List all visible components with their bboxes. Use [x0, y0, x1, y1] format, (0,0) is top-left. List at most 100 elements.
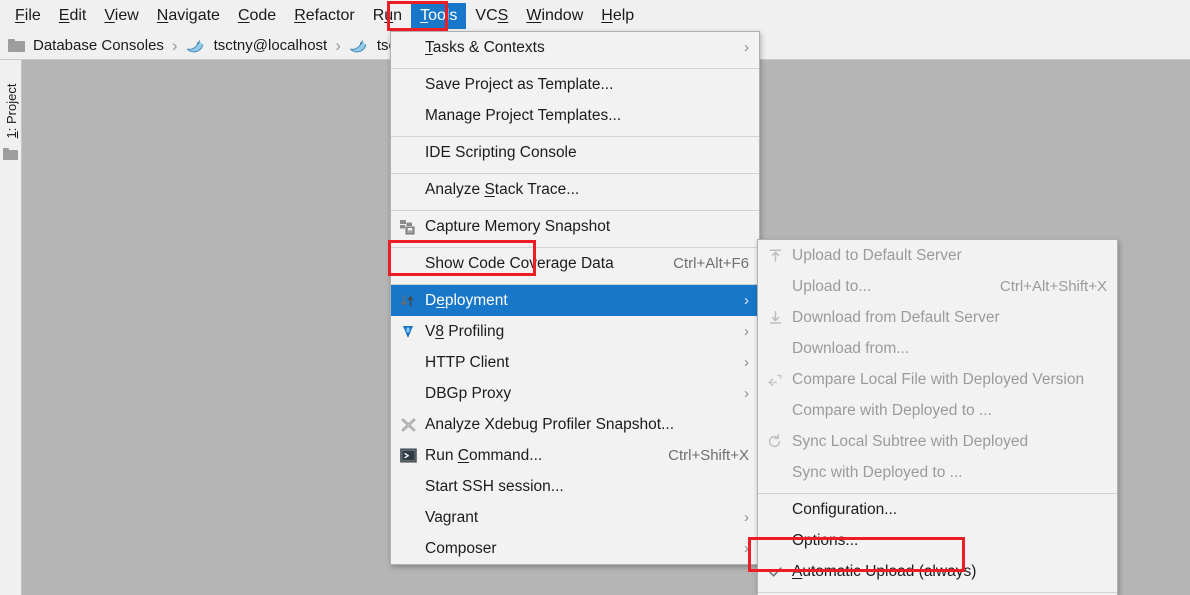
tools-menu-item-label: Composer [425, 540, 725, 558]
no-icon [397, 38, 419, 58]
menubar-item-run[interactable]: Run [364, 3, 411, 29]
check-icon [764, 562, 786, 582]
xdebug-icon [397, 415, 419, 435]
tools-menu-item-label: Save Project as Template... [425, 76, 749, 94]
terminal-icon [397, 446, 419, 466]
deployment-submenu-item-compare-with-deployed-to: Compare with Deployed to ... [758, 395, 1117, 426]
deployment-submenu-item-shortcut: Ctrl+Alt+Shift+X [1000, 278, 1107, 295]
breadcrumb-separator: › [335, 36, 341, 56]
tools-menu-item-deployment[interactable]: Deployment › [391, 285, 759, 316]
tools-menu-item-label: DBGp Proxy [425, 385, 725, 403]
menubar-item-view[interactable]: View [95, 3, 147, 29]
tools-menu-item-label: Start SSH session... [425, 478, 749, 496]
deployment-submenu-item-download-from: Download from... [758, 333, 1117, 364]
no-icon [397, 254, 419, 274]
no-icon [397, 384, 419, 404]
menubar-item-tools[interactable]: Tools [411, 3, 466, 29]
deployment-submenu-item-label: Download from... [792, 340, 1107, 358]
menubar-item-label: Refactor [294, 7, 354, 25]
no-icon [397, 143, 419, 163]
v8-icon: 8 [397, 322, 419, 342]
download-icon [764, 308, 786, 328]
deployment-submenu[interactable]: Upload to Default ServerUpload to...Ctrl… [757, 239, 1118, 595]
no-icon [397, 477, 419, 497]
no-icon [397, 75, 419, 95]
tools-menu-item-capture-memory-snapshot[interactable]: Capture Memory Snapshot [391, 211, 759, 242]
deployment-submenu-item-upload-to-default-server: Upload to Default Server [758, 240, 1117, 271]
menubar-item-help[interactable]: Help [592, 3, 643, 29]
deployment-icon [397, 291, 419, 311]
tools-menu-item-composer[interactable]: Composer › [391, 533, 759, 564]
menubar-item-refactor[interactable]: Refactor [285, 3, 363, 29]
tools-menu-item-start-ssh-session[interactable]: Start SSH session... [391, 471, 759, 502]
tools-menu-item-vagrant[interactable]: Vagrant› [391, 502, 759, 533]
no-icon [764, 500, 786, 520]
ide-window: File Edit View Navigate Code Refactor Run Tools… [0, 0, 1190, 595]
chevron-right-icon: › [739, 39, 749, 56]
deployment-submenu-item-compare-local-file-with-deployed-version: Compare Local File with Deployed Version [758, 364, 1117, 395]
no-icon [764, 531, 786, 551]
tools-menu-item-label: Vagrant [425, 509, 725, 527]
tools-menu-item-run-command[interactable]: Run Command...Ctrl+Shift+X [391, 440, 759, 471]
deployment-submenu-item-label: Automatic Upload (always) [792, 563, 1107, 581]
tools-menu-item-label: Capture Memory Snapshot [425, 218, 749, 236]
menubar-item-label: Help [601, 7, 634, 25]
tools-menu-item-label: HTTP Client [425, 354, 725, 372]
upload-icon [764, 246, 786, 266]
tools-menu-item-analyze-xdebug-profiler-snapshot[interactable]: Analyze Xdebug Profiler Snapshot... [391, 409, 759, 440]
menubar-item-window[interactable]: Window [517, 3, 592, 29]
chevron-right-icon: › [739, 540, 749, 557]
deployment-submenu-item-label: Sync with Deployed to ... [792, 464, 1107, 482]
deployment-submenu-item-configuration[interactable]: Configuration... [758, 494, 1117, 525]
deployment-submenu-item-sync-with-deployed-to: Sync with Deployed to ... [758, 457, 1117, 488]
tools-menu-item-ide-scripting-console[interactable]: IDE Scripting Console [391, 137, 759, 168]
menubar-item-label: Navigate [157, 7, 220, 25]
breadcrumb-item-label: Database Consoles [33, 37, 164, 54]
breadcrumb-item-3[interactable]: tsc [348, 37, 396, 54]
no-icon [764, 277, 786, 297]
no-icon [764, 463, 786, 483]
tools-menu-item-analyze-stack-trace[interactable]: Analyze Stack Trace... [391, 174, 759, 205]
deployment-submenu-item-automatic-upload-always[interactable]: Automatic Upload (always) [758, 556, 1117, 587]
deployment-submenu-item-upload-to: Upload to...Ctrl+Alt+Shift+X [758, 271, 1117, 302]
menubar-item-label: VCS [475, 7, 508, 25]
tools-menu-item-save-project-as-template[interactable]: Save Project as Template... [391, 69, 759, 100]
tools-menu-item-v8-profiling[interactable]: 8V8 Profiling› [391, 316, 759, 347]
menu-bar: File Edit View Navigate Code Refactor Run Tools… [0, 0, 1190, 32]
sync-icon [764, 432, 786, 452]
breadcrumb-item-2[interactable]: tsctny@localhost [185, 37, 328, 54]
tools-menu-item-http-client[interactable]: HTTP Client › [391, 347, 759, 378]
tools-dropdown-menu[interactable]: Tasks & Contexts › Save Project as Templat… [390, 31, 760, 565]
chevron-right-icon: › [739, 354, 749, 371]
snapshot-icon [397, 217, 419, 237]
tools-menu-item-tasks-contexts[interactable]: Tasks & Contexts › [391, 32, 759, 63]
folder-icon [8, 39, 25, 52]
tools-menu-item-label: Tasks & Contexts [425, 39, 725, 57]
menubar-item-edit[interactable]: Edit [50, 3, 96, 29]
menubar-item-label: Tools [420, 7, 457, 25]
folder-icon[interactable] [3, 148, 18, 160]
menubar-item-file[interactable]: File [6, 3, 50, 29]
menubar-item-navigate[interactable]: Navigate [148, 3, 229, 29]
tools-menu-item-label: Analyze Stack Trace... [425, 181, 749, 199]
svg-text:8: 8 [407, 328, 410, 334]
tools-menu-item-manage-project-templates[interactable]: Manage Project Templates... [391, 100, 759, 131]
menubar-item-label: File [15, 7, 41, 25]
chevron-right-icon: › [739, 292, 749, 309]
breadcrumb-item-1[interactable]: Database Consoles [8, 37, 164, 54]
menubar-item-code[interactable]: Code [229, 3, 285, 29]
tools-menu-item-show-code-coverage-data[interactable]: Show Code Coverage DataCtrl+Alt+F6 [391, 248, 759, 279]
deployment-submenu-item-label: Configuration... [792, 501, 1107, 519]
tools-menu-item-label: Run Command... [425, 447, 640, 465]
deployment-submenu-item-label: Compare Local File with Deployed Version [792, 371, 1107, 389]
no-icon [764, 401, 786, 421]
no-icon [764, 339, 786, 359]
tools-menu-item-label: Deployment [425, 292, 725, 310]
deployment-submenu-item-label: Options... [792, 532, 1107, 550]
deployment-submenu-item-label: Sync Local Subtree with Deployed [792, 433, 1107, 451]
menubar-item-vcs[interactable]: VCS [466, 3, 517, 29]
menubar-item-label: Edit [59, 7, 87, 25]
tools-menu-item-dbgp-proxy[interactable]: DBGp Proxy› [391, 378, 759, 409]
sidebar-item-project[interactable]: 1: Project [0, 67, 22, 155]
deployment-submenu-item-options[interactable]: Options... [758, 525, 1117, 556]
